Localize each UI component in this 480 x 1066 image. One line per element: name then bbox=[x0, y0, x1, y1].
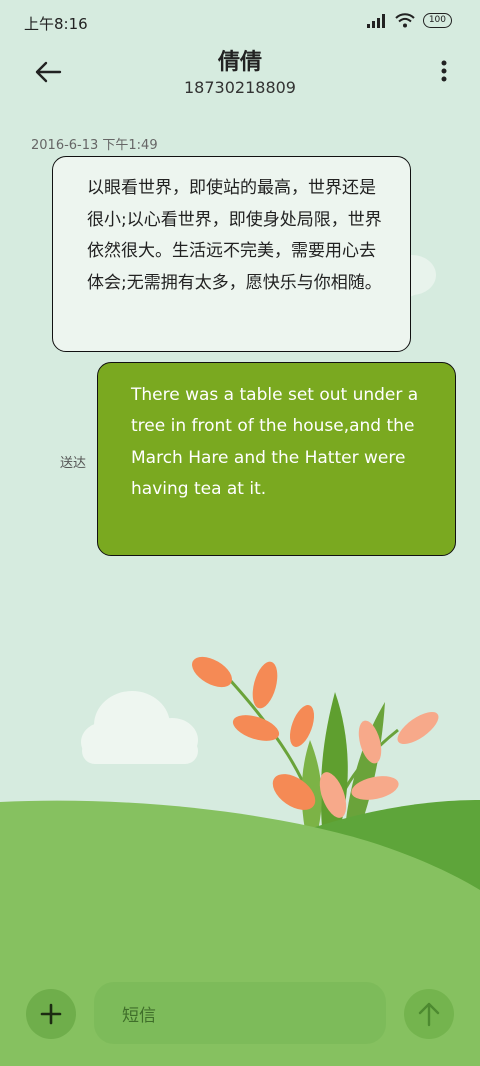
contact-name: 倩倩 bbox=[217, 50, 262, 75]
battery-icon: 100 bbox=[422, 13, 452, 28]
status-icons: 100 bbox=[366, 13, 452, 28]
signal-icon bbox=[366, 13, 385, 28]
delivery-status: 送达 bbox=[60, 456, 87, 471]
more-vertical-icon bbox=[441, 60, 447, 82]
arrow-up-icon bbox=[418, 1002, 440, 1027]
status-time: 上午8:16 bbox=[24, 15, 88, 33]
send-button[interactable] bbox=[404, 989, 454, 1039]
plus-icon bbox=[40, 1003, 62, 1025]
outgoing-message-bubble[interactable]: There was a table set out under a tree i… bbox=[97, 362, 456, 556]
message-timestamp: 2016-6-13 下午1:49 bbox=[31, 138, 158, 153]
add-attachment-button[interactable] bbox=[26, 989, 76, 1039]
sms-input-placeholder: 短信 bbox=[122, 1005, 156, 1026]
contact-number: 18730218809 bbox=[184, 78, 296, 97]
more-options-button[interactable] bbox=[434, 56, 454, 86]
status-bar: 上午8:16 100 bbox=[0, 0, 480, 44]
cloud-left bbox=[81, 691, 198, 764]
sms-input[interactable]: 短信 bbox=[94, 982, 386, 1044]
wifi-icon bbox=[395, 13, 415, 28]
incoming-message-bubble[interactable]: 以眼看世界，即使站的最高，世界还是很小;以心看世界，即使身处局限，世界依然很大。… bbox=[52, 156, 411, 352]
